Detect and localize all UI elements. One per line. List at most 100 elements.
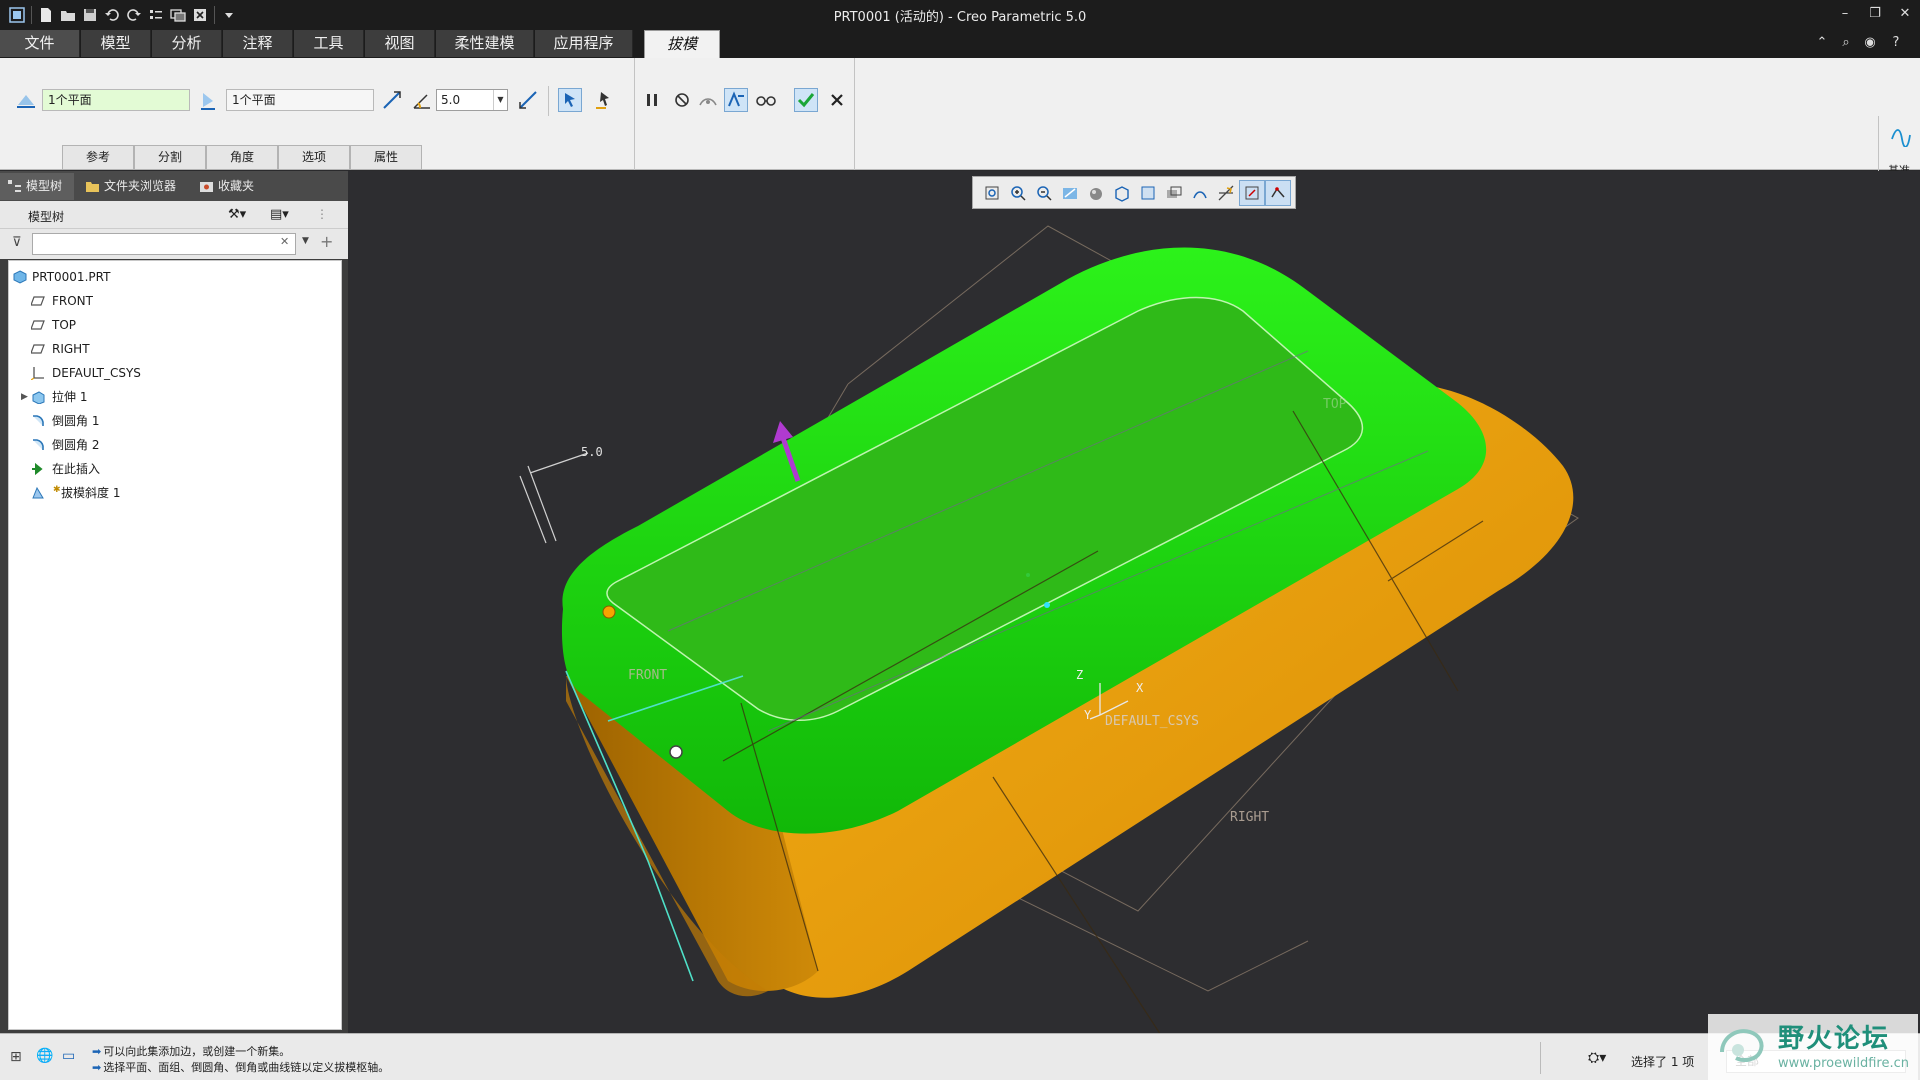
draft-hinge-select-icon[interactable] [592,88,616,112]
subtab-properties[interactable]: 属性 [350,145,422,170]
datum-label-right: RIGHT [1230,810,1269,825]
view-manager-icon[interactable] [1135,180,1161,206]
draft-hinge-collector[interactable]: 1个平面 [226,89,374,111]
collapse-ribbon-icon[interactable]: ⌃ [1812,33,1832,53]
preview-geometry-icon[interactable] [696,88,720,112]
axis-label-x: X [1136,681,1144,695]
subtab-split[interactable]: 分割 [134,145,206,170]
subtab-angles[interactable]: 角度 [206,145,278,170]
pull-direction-flip-icon[interactable] [380,88,404,112]
tab-flexible-modeling[interactable]: 柔性建模 [436,30,534,57]
close-button[interactable]: ✕ [1894,4,1916,24]
display-style-icon[interactable] [1083,180,1109,206]
tab-label: 文件夹浏览器 [104,179,177,193]
datum-label-csys: DEFAULT_CSYS [1105,714,1199,729]
drag-handle[interactable] [602,605,616,619]
verify-preview-icon[interactable] [724,88,748,112]
spin-center-icon[interactable] [1239,179,1265,206]
axis-label-z: Z [1076,668,1083,682]
tab-annotate[interactable]: 注释 [223,30,293,57]
ok-checkmark-icon[interactable] [794,88,818,112]
subtab-options[interactable]: 选项 [278,145,350,170]
saved-orientations-icon[interactable] [1109,180,1135,206]
navigator-panel: 模型树 文件夹浏览器 收藏夹 模型树 ⚒▾ ▤▾ ⋮ ⊽ ✕ ▼ + PRT00… [0,171,348,1033]
tab-analysis[interactable]: 分析 [152,30,222,57]
show-dimension-icon[interactable] [1265,179,1291,206]
model-view[interactable]: 5.0 FRONT TOP RIGHT DEFAULT_CSYS Z X Y [348,171,1920,1033]
datum-display-icon[interactable] [1213,180,1239,206]
csys-icon [31,367,44,380]
draft-surfaces-collector[interactable]: 1个平面 [42,89,190,111]
selected-point[interactable] [1026,573,1030,577]
round-icon [33,439,44,450]
repaint-icon[interactable] [1057,180,1083,206]
cancel-icon[interactable] [825,88,849,112]
datum-curve-icon[interactable] [1887,122,1915,150]
annotation-display-icon[interactable] [1187,180,1213,206]
clear-search-icon[interactable]: ✕ [280,235,289,248]
browser-toggle-icon[interactable]: 🌐 [36,1048,53,1064]
tab-file[interactable]: 文件 [0,30,80,57]
zoom-out-icon[interactable] [1031,180,1057,206]
round-icon [33,415,44,426]
draft-surfaces-icon [14,88,38,112]
tab-folder-browser[interactable]: 文件夹浏览器 [78,173,188,200]
select-mode-icon[interactable] [558,88,582,112]
zoom-in-icon[interactable] [1005,180,1031,206]
model-tree-header: 模型树 ⚒▾ ▤▾ ⋮ [0,201,348,229]
no-preview-icon[interactable] [670,88,694,112]
flip-angle-icon[interactable] [516,88,540,112]
search-icon[interactable]: ⌕ [1836,33,1856,53]
expand-arrow-icon[interactable]: ▶ [21,386,28,408]
insert-here-icon [32,462,43,476]
help-icon[interactable]: ? [1886,33,1906,53]
chevron-down-icon[interactable]: ▼ [493,90,507,110]
filter-icon[interactable]: ⊽ [12,235,22,250]
extrude-icon [32,391,45,404]
datum-plane-icon [31,344,45,354]
glasses-icon[interactable] [754,88,778,112]
status-separator [1540,1042,1541,1074]
tab-draft[interactable]: 拔模 [644,30,720,58]
find-icon[interactable]: ⛭▾ [1588,1050,1606,1066]
add-filter-icon[interactable]: + [320,232,333,251]
drag-handle[interactable] [669,745,683,759]
tree-columns-icon[interactable]: ⋮ [316,207,328,221]
minimize-button[interactable]: – [1834,4,1856,24]
full-screen-icon[interactable]: ▭ [62,1048,75,1064]
draft-icon [32,486,44,499]
restore-button[interactable]: ❐ [1864,4,1886,24]
subtab-references[interactable]: 参考 [62,145,134,170]
ribbon-separator [854,58,855,170]
settings-icon[interactable]: ⚒▾ [228,207,246,222]
tab-view[interactable]: 视图 [365,30,435,57]
status-message: ➡ 选择平面、面组、倒圆角、倒角或曲线链以定义拔模枢轴。 [92,1061,390,1074]
ribbon-separator [634,58,635,170]
tab-model-tree[interactable]: 模型树 [0,173,74,200]
community-icon[interactable]: ◉ [1860,33,1880,53]
navigator-toggle-icon[interactable]: ⊞ [10,1049,22,1065]
selected-point[interactable] [1044,602,1050,608]
show-icon[interactable]: ▤▾ [270,207,289,222]
tree-search-input[interactable] [32,233,296,255]
datum-plane-icon [31,296,45,306]
status-bar: ⊞ 🌐 ▭ ➡ 可以向此集添加边，或创建一个新集。 ➡ 选择平面、面组、倒圆角、倒角… [0,1033,1920,1080]
tab-applications[interactable]: 应用程序 [535,30,633,57]
draft-angle-dimension[interactable]: 5.0 [519,445,603,544]
refit-icon[interactable] [979,180,1005,206]
ribbon-separator [548,86,549,116]
draft-angle-input[interactable]: 5.0 ▼ [436,89,508,111]
datum-label-front: FRONT [628,668,667,683]
perspective-view-icon[interactable] [1161,180,1187,206]
navigator-tabs: 模型树 文件夹浏览器 收藏夹 [0,171,348,201]
pause-icon[interactable] [640,88,664,112]
tab-tools[interactable]: 工具 [294,30,364,57]
selection-count: 选择了 1 项 [1631,1055,1695,1069]
folder-icon [86,182,99,192]
part-icon [13,270,27,284]
tab-favorites[interactable]: 收藏夹 [192,173,266,200]
chevron-down-icon[interactable]: ▼ [302,236,309,246]
forum-logo-icon [1720,1029,1764,1062]
draft-hinge-icon [196,88,220,112]
tab-model[interactable]: 模型 [81,30,151,57]
